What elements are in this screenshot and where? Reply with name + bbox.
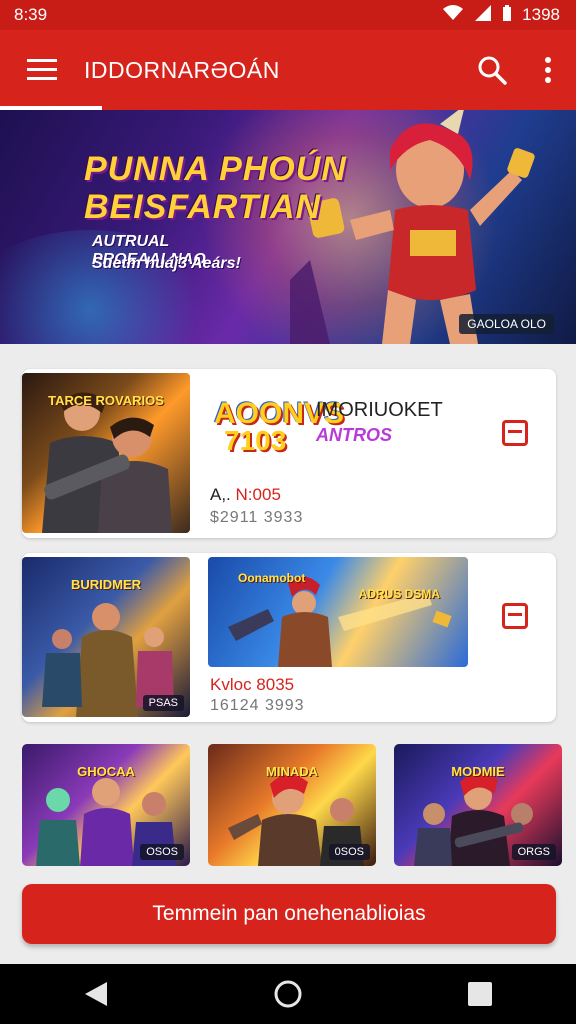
game-logo: AOONVS 7103 (214, 389, 344, 459)
back-triangle-icon (85, 982, 107, 1006)
game-promo-label-secondary: ADRUS DSMA (358, 587, 440, 601)
game-thumbnail-badge: PSAS (142, 695, 184, 711)
game-tile-title: GHOCAA (77, 764, 135, 779)
game-price-prefix: A,. (210, 485, 231, 504)
game-promo-image[interactable]: Oonamobot ADRUS DSMA (208, 557, 468, 667)
status-icons: 1398 (442, 4, 560, 27)
more-vert-icon (545, 57, 551, 83)
battery-level: 1398 (522, 5, 560, 24)
game-card-2[interactable]: BURIDMER PSAS Oonamobot ADRUS DSMA Kvloc… (22, 553, 556, 722)
game-tile-badge: OSOS (140, 844, 184, 860)
system-navigation-bar (0, 964, 576, 1024)
battery-icon (502, 4, 512, 27)
game-price-value: N:005 (235, 485, 281, 504)
game-tile-title: MINADA (266, 764, 318, 779)
recents-button[interactable] (450, 964, 510, 1024)
game-thumbnail-title: TARCE ROVARIOS (48, 393, 164, 408)
wifi-icon (442, 4, 464, 27)
hero-title-line-1: PUNNA PHOÚN (84, 150, 347, 188)
game-tile-2[interactable]: MINADA 0SOS (208, 744, 376, 866)
back-button[interactable] (66, 964, 126, 1024)
hero-character-art (290, 110, 535, 344)
home-circle-icon (274, 980, 302, 1008)
hero-banner[interactable]: PUNNA PHOÚN BEISFARTIAN AUTRUAL PROEAALN… (0, 110, 576, 344)
game-price: Kvloc 8035 (210, 675, 295, 694)
game-tile-3[interactable]: MODMIE ORGS (394, 744, 562, 866)
more-options-button[interactable] (520, 30, 576, 110)
game-promo-label: Oonamobot (238, 571, 306, 585)
game-meta: $2911 3933 (210, 509, 304, 526)
search-button[interactable] (464, 30, 520, 110)
hero-title-line-2: BEISFARTIAN (84, 188, 322, 226)
primary-cta-button[interactable]: Temmein pan onehenablioias (22, 884, 556, 944)
menu-button[interactable] (0, 30, 84, 110)
hero-badge: GAOLOA OLO (459, 314, 554, 334)
game-tile-badge: ORGS (511, 844, 556, 860)
game-logo-line-2: 7103 (224, 425, 287, 456)
game-tile-badge: 0SOS (328, 844, 370, 860)
game-thumbnail-title: BURIDMER (70, 577, 142, 592)
status-bar: 8:39 1398 (0, 0, 576, 30)
search-icon (478, 56, 507, 85)
game-tile-title: MODMIE (451, 764, 505, 779)
game-subtitle: ANTROS (316, 425, 392, 445)
game-thumbnail[interactable]: TARCE ROVARIOS (22, 373, 190, 533)
signal-icon (474, 4, 492, 27)
game-meta: 16124 3993 (210, 697, 305, 714)
hamburger-menu-icon (27, 59, 57, 80)
game-thumbnail[interactable]: BURIDMER PSAS (22, 557, 190, 717)
game-tile-1[interactable]: GHOCAA OSOS (22, 744, 190, 866)
game-thumbnail-row: GHOCAA OSOS MINADA 0SOS MODMIE ORGS (22, 744, 562, 866)
game-price: A,. N:005 (210, 485, 281, 505)
game-title: IMORIUOKET (316, 399, 443, 421)
recents-square-icon (468, 982, 492, 1006)
home-button[interactable] (258, 964, 318, 1024)
game-card-1[interactable]: TARCE ROVARIOS AOONVS 7103 IMORIUOKET AN… (22, 369, 556, 538)
hero-subtitle-line-2: Suetm huáj3 Aeárs! (92, 255, 241, 272)
app-title: IDDORNARƏOÁN (84, 56, 280, 83)
app-bar: IDDORNARƏOÁN (0, 30, 576, 110)
status-time: 8:39 (14, 5, 48, 24)
add-button[interactable] (502, 420, 528, 446)
add-button[interactable] (502, 603, 528, 629)
